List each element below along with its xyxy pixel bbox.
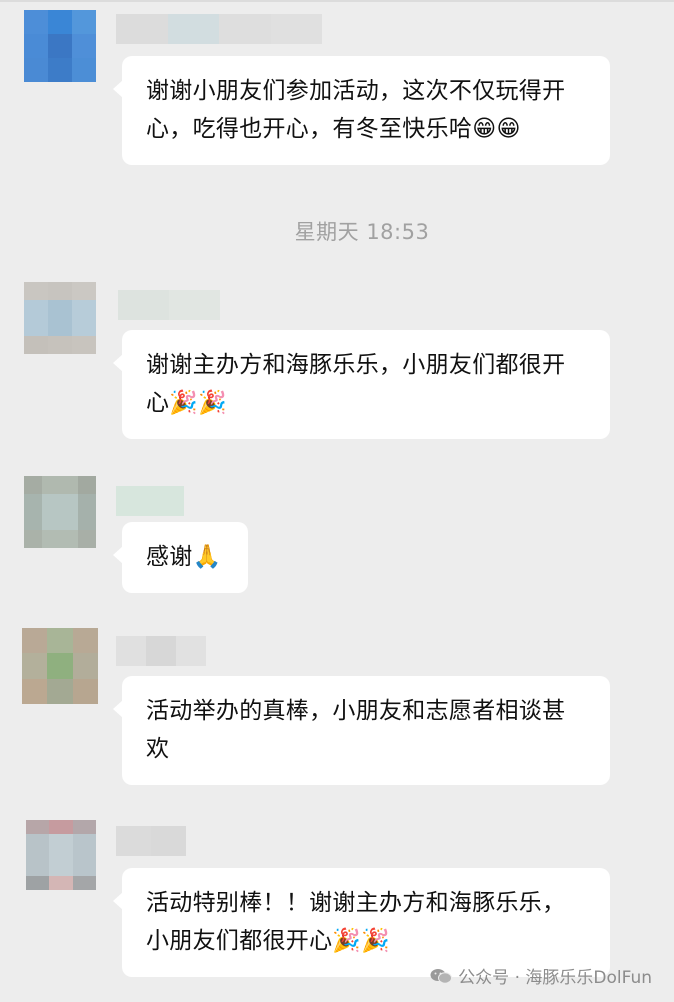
timestamp: 星期天 18:53 (294, 220, 430, 244)
message-bubble[interactable]: 活动举办的真棒，小朋友和志愿者相谈甚欢 (113, 676, 610, 785)
message-bubble[interactable]: 活动特别棒！！谢谢主办方和海豚乐乐，小朋友们都很开心🎉🎉 (113, 868, 610, 977)
sender-name (116, 636, 206, 666)
avatar[interactable] (24, 282, 96, 354)
avatar[interactable] (26, 820, 96, 890)
sender-name (118, 290, 220, 320)
message-text: 感谢🙏 (146, 544, 222, 570)
message-text: 谢谢主办方和海豚乐乐，小朋友们都很开心🎉🎉 (146, 352, 566, 416)
watermark-text: 公众号 · 海豚乐乐DolFun (458, 968, 652, 988)
avatar[interactable] (24, 10, 96, 82)
avatar[interactable] (24, 476, 96, 548)
wechat-icon (430, 968, 453, 984)
sender-name (116, 14, 322, 44)
message-bubble[interactable]: 谢谢主办方和海豚乐乐，小朋友们都很开心🎉🎉 (113, 330, 610, 439)
message-text: 活动特别棒！！谢谢主办方和海豚乐乐，小朋友们都很开心🎉🎉 (146, 890, 566, 954)
message-text: 谢谢小朋友们参加活动，这次不仅玩得开心，吃得也开心，有冬至快乐哈😁😁 (146, 78, 566, 142)
watermark: 公众号 · 海豚乐乐DolFun (430, 963, 652, 988)
sender-name (116, 826, 186, 856)
avatar[interactable] (22, 628, 98, 704)
message-bubble[interactable]: 感谢🙏 (113, 522, 248, 593)
sender-name (116, 486, 184, 516)
message-text: 活动举办的真棒，小朋友和志愿者相谈甚欢 (146, 698, 566, 762)
top-divider (0, 0, 674, 2)
message-bubble[interactable]: 谢谢小朋友们参加活动，这次不仅玩得开心，吃得也开心，有冬至快乐哈😁😁 (113, 56, 610, 165)
